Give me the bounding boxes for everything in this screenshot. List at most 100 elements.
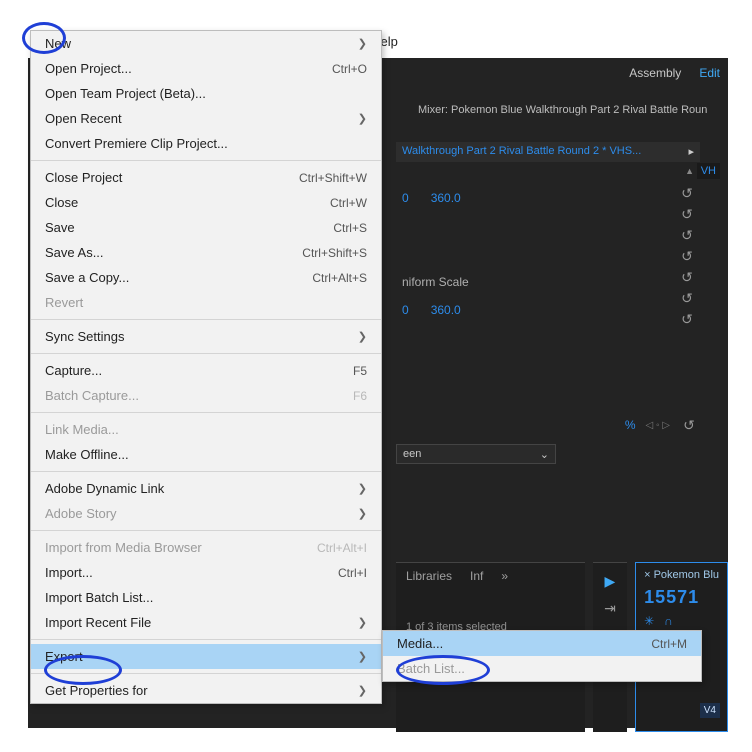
- reset-icon[interactable]: ↺: [678, 247, 696, 265]
- menu-item-open-team-project-beta[interactable]: Open Team Project (Beta)...: [31, 81, 381, 106]
- menu-item-link-media: Link Media...: [31, 417, 381, 442]
- timeline-icons: ✳ ∩: [644, 614, 719, 628]
- menu-item-close[interactable]: Close Ctrl+W: [31, 190, 381, 215]
- selection-tool-icon[interactable]: ▶: [605, 573, 616, 590]
- menu-shortcut: Ctrl+Alt+I: [317, 541, 367, 555]
- reset-icon[interactable]: ↺: [678, 184, 696, 202]
- menu-item-label: Export: [45, 649, 83, 664]
- menu-shortcut: Ctrl+W: [330, 196, 367, 210]
- property-rows: 0 360.0 niform Scale 0 360.0: [396, 184, 700, 324]
- prop-value[interactable]: 360.0: [431, 303, 461, 317]
- ripple-tool-icon[interactable]: ⇥: [604, 600, 616, 617]
- sequence-title[interactable]: × Pokemon Blu: [644, 569, 719, 581]
- track-v4-label[interactable]: V4: [700, 703, 720, 718]
- menu-shortcut: Ctrl+Alt+S: [312, 271, 367, 285]
- menu-item-adobe-dynamic-link[interactable]: Adobe Dynamic Link❯: [31, 476, 381, 501]
- menu-item-label: Batch Capture...: [45, 388, 139, 403]
- snap-icon[interactable]: ✳: [644, 614, 654, 628]
- export-submenu: Media...Ctrl+MBatch List...: [382, 630, 702, 682]
- menu-item-import-batch-list[interactable]: Import Batch List...: [31, 585, 381, 610]
- submenu-arrow-icon: ❯: [358, 482, 367, 495]
- prop-value[interactable]: 0: [402, 191, 409, 205]
- submenu-arrow-icon: ❯: [358, 507, 367, 520]
- menu-item-label: Close Project: [45, 170, 122, 185]
- effect-controls-title: Walkthrough Part 2 Rival Battle Round 2 …: [402, 145, 641, 157]
- dropdown-value: een: [403, 448, 421, 460]
- menu-shortcut: Ctrl+I: [338, 566, 367, 580]
- tab-inf[interactable]: Inf: [470, 569, 483, 583]
- reset-icon[interactable]: ↺: [678, 226, 696, 244]
- vh-badge[interactable]: VH: [697, 163, 720, 179]
- property-row: 0 360.0: [396, 296, 700, 324]
- submenu-arrow-icon: ❯: [358, 112, 367, 125]
- overflow-icon[interactable]: »: [501, 569, 508, 583]
- menu-item-save-a-copy[interactable]: Save a Copy... Ctrl+Alt+S: [31, 265, 381, 290]
- menu-separator: [31, 639, 381, 640]
- reset-icon[interactable]: ↺: [678, 310, 696, 328]
- blend-mode-dropdown[interactable]: een ⌄: [396, 444, 556, 464]
- menu-item-import-recent-file[interactable]: Import Recent File ❯: [31, 610, 381, 635]
- menu-item-open-project[interactable]: Open Project...Ctrl+O: [31, 56, 381, 81]
- menu-item-new[interactable]: New❯: [31, 31, 381, 56]
- menu-item-revert: Revert: [31, 290, 381, 315]
- menu-item-label: Save a Copy...: [45, 270, 129, 285]
- magnet-icon[interactable]: ∩: [664, 614, 673, 628]
- keyframe-nav[interactable]: ◁ ◦ ▷: [646, 420, 670, 431]
- menu-item-label: Import Batch List...: [45, 590, 153, 605]
- property-row: niform Scale: [396, 268, 700, 296]
- chevron-right-icon[interactable]: ▸: [688, 145, 694, 158]
- reset-icon[interactable]: ↺: [678, 205, 696, 223]
- menu-item-label: Make Offline...: [45, 447, 129, 462]
- menu-separator: [31, 412, 381, 413]
- effect-controls-tab[interactable]: Walkthrough Part 2 Rival Battle Round 2 …: [396, 142, 700, 162]
- tab-libraries[interactable]: Libraries: [406, 569, 452, 583]
- menu-item-label: Media...: [397, 636, 443, 651]
- menu-item-label: Sync Settings: [45, 329, 125, 344]
- timecode[interactable]: 15571: [644, 587, 719, 608]
- property-row: [396, 212, 700, 268]
- menu-item-label: Adobe Story: [45, 506, 117, 521]
- menu-item-import-from-media-browser: Import from Media BrowserCtrl+Alt+I: [31, 535, 381, 560]
- menu-separator: [31, 160, 381, 161]
- menu-shortcut: Ctrl+O: [332, 62, 367, 76]
- menu-separator: [31, 319, 381, 320]
- tab-assembly[interactable]: Assembly: [629, 66, 681, 80]
- prop-value[interactable]: 0: [402, 303, 409, 317]
- opacity-row: % ◁ ◦ ▷ ↺: [396, 416, 698, 434]
- menu-item-capture[interactable]: Capture...F5: [31, 358, 381, 383]
- menu-item-convert-premiere-clip-project[interactable]: Convert Premiere Clip Project...: [31, 131, 381, 156]
- submenu-arrow-icon: ❯: [358, 616, 367, 629]
- menu-item-save[interactable]: SaveCtrl+S: [31, 215, 381, 240]
- menu-item-batch-capture: Batch Capture...F6: [31, 383, 381, 408]
- menu-item-label: New: [45, 36, 71, 51]
- menu-item-label: Import Recent File: [45, 615, 151, 630]
- chevron-down-icon: ⌄: [540, 448, 549, 461]
- menu-item-get-properties-for[interactable]: Get Properties for❯: [31, 678, 381, 703]
- submenu-item-media[interactable]: Media...Ctrl+M: [383, 631, 701, 656]
- tab-edit[interactable]: Edit: [699, 66, 720, 80]
- menu-item-label: Open Recent: [45, 111, 122, 126]
- menu-separator: [31, 530, 381, 531]
- menu-item-import[interactable]: Import...Ctrl+I: [31, 560, 381, 585]
- collapse-up-icon[interactable]: ▲: [685, 166, 694, 176]
- menu-separator: [31, 673, 381, 674]
- menu-item-close-project[interactable]: Close ProjectCtrl+Shift+W: [31, 165, 381, 190]
- menu-item-sync-settings[interactable]: Sync Settings ❯: [31, 324, 381, 349]
- audio-mixer-label: Mixer: Pokemon Blue Walkthrough Part 2 R…: [418, 104, 707, 116]
- menu-item-label: Close: [45, 195, 78, 210]
- percent-label: %: [625, 418, 636, 432]
- prop-value[interactable]: 360.0: [431, 191, 461, 205]
- menu-item-save-as[interactable]: Save As...Ctrl+Shift+S: [31, 240, 381, 265]
- menu-item-label: Save: [45, 220, 75, 235]
- reset-column: ↺ ↺ ↺ ↺ ↺ ↺ ↺: [678, 184, 696, 328]
- reset-icon[interactable]: ↺: [678, 268, 696, 286]
- menu-separator: [31, 353, 381, 354]
- menu-item-open-recent[interactable]: Open Recent ❯: [31, 106, 381, 131]
- menu-item-make-offline[interactable]: Make Offline...: [31, 442, 381, 467]
- submenu-arrow-icon: ❯: [358, 330, 367, 343]
- submenu-item-batch-list: Batch List...: [383, 656, 701, 681]
- menu-item-export[interactable]: Export❯: [31, 644, 381, 669]
- reset-icon[interactable]: ↺: [678, 289, 696, 307]
- reset-icon[interactable]: ↺: [680, 416, 698, 434]
- menu-item-label: Get Properties for: [45, 683, 148, 698]
